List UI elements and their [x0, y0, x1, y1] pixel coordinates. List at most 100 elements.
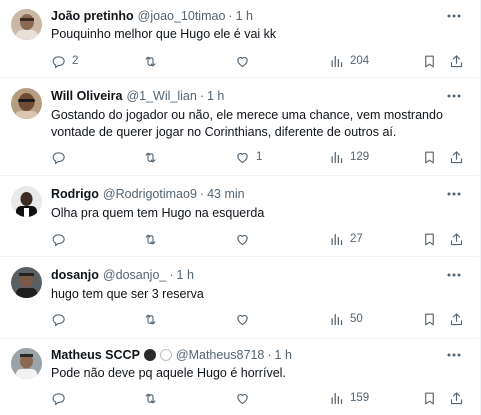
- user-handle[interactable]: @joao_10timao: [138, 9, 226, 23]
- like-button[interactable]: [235, 230, 256, 248]
- tweet-header: João pretinho @joao_10timao · 1 h: [51, 7, 253, 25]
- like-button[interactable]: [235, 310, 256, 328]
- like-button[interactable]: [235, 52, 256, 70]
- retweet-button[interactable]: [143, 230, 164, 248]
- tweet-text: Olha pra quem tem Hugo na esquerda: [51, 206, 265, 220]
- share-button[interactable]: [449, 230, 464, 248]
- retweet-icon: [145, 56, 156, 66]
- reply-icon: [52, 392, 65, 405]
- bookmark-icon: [425, 151, 434, 163]
- separator-dot: ·: [228, 9, 233, 23]
- retweet-icon: [145, 152, 156, 162]
- reply-button[interactable]: [51, 310, 72, 328]
- more-icon[interactable]: [445, 346, 463, 364]
- heart-icon: [237, 234, 248, 245]
- retweet-button[interactable]: [143, 52, 164, 70]
- views-button[interactable]: 27: [329, 230, 363, 248]
- dark-circle-emoji: [143, 349, 156, 361]
- reply-icon: [52, 313, 65, 326]
- more-icon[interactable]: [445, 87, 463, 105]
- share-button[interactable]: [449, 389, 464, 407]
- user-handle[interactable]: @1_Wil_lian: [126, 89, 196, 103]
- reply-icon: [52, 55, 65, 68]
- tweet-header: Rodrigo @Rodrigotimao9 · 43 min: [51, 185, 245, 203]
- separator-dot: ·: [267, 348, 272, 362]
- reply-button[interactable]: 2: [51, 52, 78, 70]
- avatar[interactable]: [11, 88, 42, 119]
- reply-button[interactable]: [51, 148, 72, 166]
- timestamp[interactable]: 1 h: [207, 89, 224, 103]
- views-button[interactable]: 204: [329, 52, 369, 70]
- display-name[interactable]: dosanjo: [51, 268, 99, 282]
- like-button[interactable]: [235, 389, 256, 407]
- timestamp[interactable]: 1 h: [177, 268, 194, 282]
- timestamp[interactable]: 43 min: [207, 187, 245, 201]
- share-button[interactable]: [449, 52, 464, 70]
- more-icon[interactable]: [445, 266, 463, 284]
- retweet-button[interactable]: [143, 310, 164, 328]
- user-handle[interactable]: @Rodrigotimao9: [103, 187, 197, 201]
- share-button[interactable]: [449, 148, 464, 166]
- tweet[interactable]: Rodrigo @Rodrigotimao9 · 43 min Olha pra…: [0, 176, 479, 257]
- more-icon[interactable]: [445, 7, 463, 25]
- views-button[interactable]: 159: [329, 389, 369, 407]
- share-button[interactable]: [449, 310, 464, 328]
- tweet-header: dosanjo @dosanjo_ · 1 h: [51, 266, 194, 284]
- display-name[interactable]: João pretinho: [51, 9, 134, 23]
- share-icon: [450, 150, 463, 163]
- avatar[interactable]: [11, 348, 42, 379]
- tweet[interactable]: João pretinho @joao_10timao · 1 h Pouqui…: [0, 0, 479, 78]
- tweet-actions: 159: [51, 389, 471, 407]
- white-circle-emoji: [159, 349, 172, 361]
- views-button[interactable]: 50: [329, 310, 363, 328]
- views-icon: [331, 313, 343, 325]
- bookmark-icon: [425, 55, 434, 67]
- user-handle[interactable]: @Matheus8718: [176, 348, 264, 362]
- bookmark-button[interactable]: [422, 148, 437, 166]
- reply-button[interactable]: [51, 389, 72, 407]
- views-icon: [331, 151, 343, 163]
- retweet-button[interactable]: [143, 148, 164, 166]
- views-icon: [331, 392, 343, 404]
- tweet[interactable]: Matheus SCCP @Matheus8718 · 1 h Pode não…: [0, 339, 479, 415]
- reply-icon: [52, 151, 65, 164]
- retweet-icon: [145, 234, 156, 244]
- display-name[interactable]: Rodrigo: [51, 187, 99, 201]
- views-icon: [331, 233, 343, 245]
- heart-icon: [237, 314, 248, 325]
- view-count: 159: [350, 392, 370, 404]
- view-count: 204: [350, 55, 370, 67]
- bookmark-button[interactable]: [422, 52, 437, 70]
- views-icon: [331, 55, 343, 67]
- tweet[interactable]: dosanjo @dosanjo_ · 1 h hugo tem que ser…: [0, 257, 479, 339]
- tweet-text: Pode não deve pq aquele Hugo é horrível.: [51, 366, 286, 380]
- views-button[interactable]: 129: [329, 148, 369, 166]
- tweet-header: Matheus SCCP @Matheus8718 · 1 h: [51, 346, 292, 364]
- view-count: 50: [350, 313, 363, 325]
- share-icon: [450, 312, 463, 325]
- tweet-actions: 50: [51, 310, 471, 328]
- bookmark-button[interactable]: [422, 389, 437, 407]
- avatar[interactable]: [11, 186, 42, 217]
- display-name[interactable]: Will Oliveira: [51, 89, 122, 103]
- like-count: 1: [256, 151, 263, 163]
- more-icon[interactable]: [445, 185, 463, 203]
- retweet-button[interactable]: [143, 389, 164, 407]
- avatar[interactable]: [11, 267, 42, 298]
- bookmark-button[interactable]: [422, 230, 437, 248]
- tweet-header: Will Oliveira @1_Wil_lian · 1 h: [51, 87, 224, 105]
- tweet[interactable]: Will Oliveira @1_Wil_lian · 1 h Gostando…: [0, 78, 479, 176]
- heart-icon: [237, 152, 248, 163]
- timestamp[interactable]: 1 h: [275, 348, 292, 362]
- bookmark-icon: [425, 233, 434, 245]
- reply-button[interactable]: [51, 230, 72, 248]
- separator-dot: ·: [169, 268, 174, 282]
- heart-icon: [237, 56, 248, 67]
- user-handle[interactable]: @dosanjo_: [103, 268, 166, 282]
- reply-count: 2: [72, 55, 79, 67]
- avatar[interactable]: [11, 9, 42, 40]
- like-button[interactable]: 1: [235, 148, 262, 166]
- bookmark-button[interactable]: [422, 310, 437, 328]
- timestamp[interactable]: 1 h: [236, 9, 253, 23]
- display-name[interactable]: Matheus SCCP: [51, 348, 140, 362]
